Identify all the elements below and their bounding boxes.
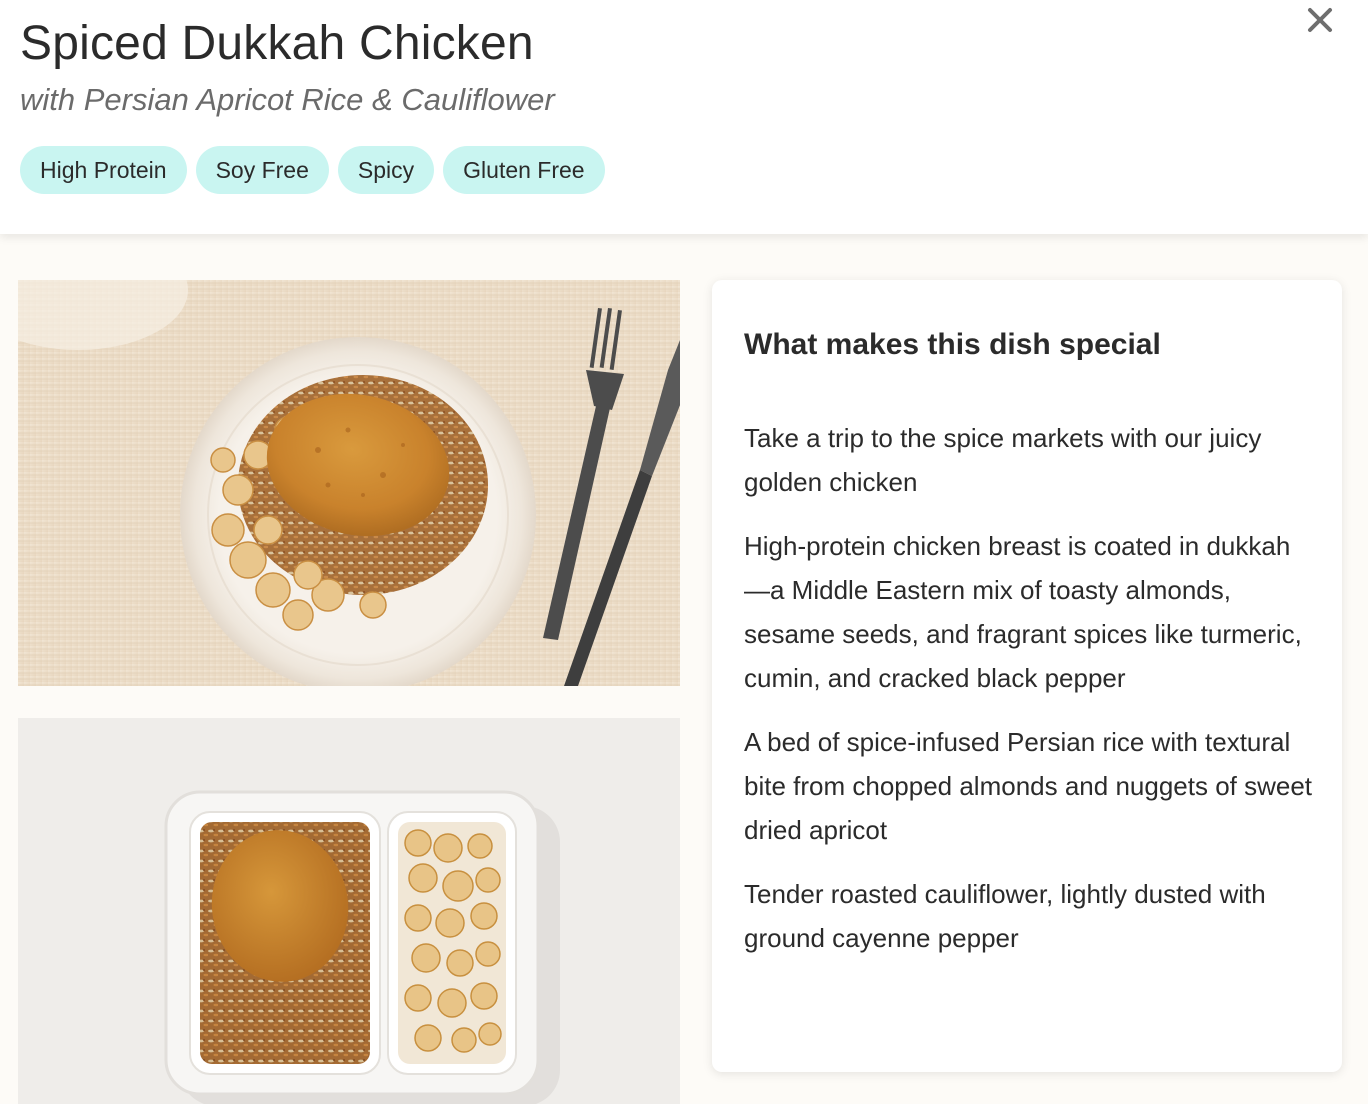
special-point: High-protein chicken breast is coated in…: [744, 531, 1302, 693]
special-points: Take a trip to the spice markets with ou…: [744, 416, 1316, 980]
tag-spicy[interactable]: Spicy: [337, 146, 435, 194]
dish-title: Spiced Dukkah Chicken: [20, 17, 534, 70]
tag-gluten-free[interactable]: Gluten Free: [443, 146, 605, 194]
special-point: Take a trip to the spice markets with ou…: [744, 423, 1262, 497]
dish-subtitle: with Persian Apricot Rice & Cauliflower: [20, 82, 555, 117]
dish-header: Spiced Dukkah Chicken with Persian Apric…: [0, 0, 1368, 234]
tag-high-protein[interactable]: High Protein: [20, 146, 187, 194]
meal-container-photo: [18, 718, 680, 1104]
dish-special-card: What makes this dish special Take a trip…: [712, 280, 1342, 1072]
special-title: What makes this dish special: [744, 328, 1161, 361]
tag-soy-free[interactable]: Soy Free: [195, 146, 329, 194]
plated-dish-photo: [18, 280, 680, 686]
dietary-tags: High Protein Soy Free Spicy Gluten Free: [20, 146, 605, 194]
special-point: A bed of spice-infused Persian rice with…: [744, 727, 1313, 845]
close-button[interactable]: [1300, 0, 1340, 40]
special-point: Tender roasted cauliflower, lightly dust…: [744, 879, 1266, 953]
close-icon: [1308, 8, 1332, 32]
